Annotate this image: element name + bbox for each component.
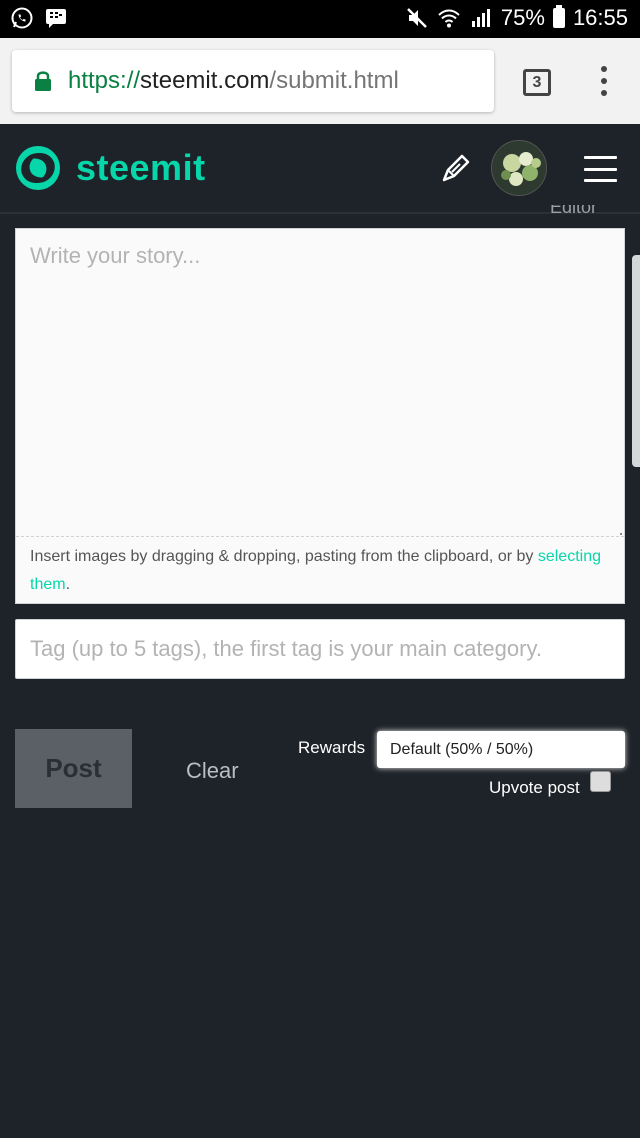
mute-icon [407,8,427,28]
address-bar[interactable]: https://steemit.com/submit.html [12,50,494,112]
resize-grip-icon[interactable] [616,529,622,535]
url-scheme: https:// [68,67,141,94]
steemit-logo-icon [16,146,60,190]
url-text: https://steemit.com/submit.html [68,67,399,95]
story-editor: Insert images by dragging & dropping, pa… [15,228,625,604]
upvote-post-label: Upvote post [489,778,580,797]
page-scrollbar[interactable] [632,255,640,467]
steemit-logo[interactable]: steemit [14,144,206,192]
clock: 16:55 [572,5,628,30]
avatar[interactable] [491,140,547,196]
rewards-label: Rewards [298,738,366,757]
tags-field [15,619,625,679]
status-bar: 75% 16:55 [0,0,640,38]
wifi-icon [438,9,460,28]
clear-button[interactable]: Clear [186,758,239,784]
tab-switcher-button[interactable]: 3 [523,69,551,96]
post-button[interactable]: Post [15,729,132,808]
editor-toggle-label[interactable]: Editor [550,205,597,217]
story-textarea[interactable] [16,229,624,537]
whatsapp-icon [11,7,33,29]
battery-icon [552,5,565,28]
battery-percent: 75% [500,5,545,30]
browser-menu-icon[interactable] [596,66,612,96]
lock-icon [35,71,51,91]
bbm-icon [46,9,66,28]
url-host: steemit.com [140,67,270,94]
upvote-post-checkbox[interactable] [590,771,611,792]
avatar-image [492,141,546,195]
site-header: steemit [0,124,640,214]
pencil-icon[interactable] [440,152,472,184]
hamburger-menu-icon[interactable] [584,156,617,182]
signal-icon [471,9,490,27]
tags-input[interactable] [16,620,624,678]
browser-toolbar: https://steemit.com/submit.html 3 [0,38,640,124]
rewards-select[interactable]: Default (50% / 50%) [377,731,625,768]
image-upload-hint: Insert images by dragging & dropping, pa… [30,548,601,593]
url-path: /submit.html [269,67,399,94]
logo-text: steemit [76,147,206,188]
